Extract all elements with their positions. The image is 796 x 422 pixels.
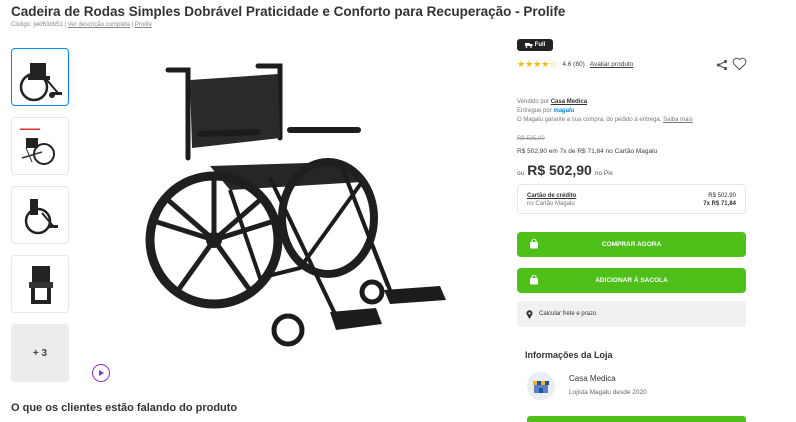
- card-subtitle: no Cartão Magalu: [527, 201, 575, 207]
- favorite-heart-icon[interactable]: [732, 57, 747, 71]
- store-info-heading: Informações da Loja: [525, 350, 613, 360]
- pix-price: R$ 502,90: [527, 162, 592, 178]
- truck-icon: [524, 43, 533, 48]
- product-code: Código: jekf63db51: [11, 22, 63, 28]
- store-name[interactable]: Casa Medica: [569, 374, 616, 383]
- wheelchair-thumb-image: ▬▬▬▬: [20, 126, 55, 165]
- full-badge-label: Full: [534, 42, 546, 48]
- play-icon: [99, 370, 104, 376]
- buy-now-label: COMPRAR AGORA: [601, 241, 662, 248]
- brand-link[interactable]: Prolife: [135, 22, 152, 28]
- thumbnail-2[interactable]: ▬▬▬▬: [11, 117, 69, 175]
- description-link[interactable]: Ver descrição completa: [68, 22, 130, 28]
- svg-text:▬▬▬▬: ▬▬▬▬: [20, 126, 40, 132]
- rating-row: ★★★★☆ 4.6 (80) Avaliar produto: [517, 59, 633, 70]
- share-icon[interactable]: [716, 59, 728, 71]
- freight-label: Calcular frete e prazo: [539, 311, 597, 317]
- credit-card-option[interactable]: Cartão de crédito no Cartão Magalu R$ 50…: [517, 184, 746, 214]
- review-product-link[interactable]: Avaliar produto: [590, 61, 634, 68]
- location-pin-icon: [526, 309, 533, 319]
- thumbnail-3[interactable]: [11, 186, 69, 244]
- old-price: R$ 535,00: [517, 136, 545, 142]
- product-subline: Código: jekf63db51 | Ver descrição compl…: [11, 22, 152, 28]
- magalu-logo: magalu: [553, 108, 575, 114]
- freight-calculator[interactable]: Calcular frete e prazo: [517, 301, 746, 327]
- guarantee-text: O Magalu garante a sua compra, do pedido…: [517, 117, 664, 123]
- product-title: Cadeira de Rodas Simples Dobrável Pratic…: [11, 4, 566, 19]
- buy-now-button[interactable]: COMPRAR AGORA: [517, 232, 746, 257]
- thumbnail-4[interactable]: [11, 255, 69, 313]
- learn-more-link[interactable]: Saiba mais: [663, 117, 693, 123]
- price-suffix: no Pix: [594, 170, 613, 177]
- store-action-button[interactable]: [527, 416, 746, 422]
- wheelchair-thumb-image: [19, 63, 62, 102]
- full-badge: Full: [517, 39, 553, 51]
- more-images-button[interactable]: + 3: [11, 324, 69, 382]
- sold-by-label: Vendido por: [517, 99, 551, 105]
- wheelchair-thumb-image: [29, 266, 53, 304]
- star-rating-icon: ★★★★☆: [517, 59, 558, 69]
- main-product-image[interactable]: [140, 58, 460, 358]
- storefront-icon: [533, 381, 549, 393]
- bag-plus-icon: [530, 275, 538, 285]
- reviews-heading: O que os clientes estão falando do produ…: [11, 402, 238, 414]
- card-title: Cartão de crédito: [527, 193, 577, 199]
- pix-price-row: ou R$ 502,90 no Pix: [517, 162, 613, 178]
- delivered-by-label: Entregue por: [517, 108, 554, 114]
- store-logo[interactable]: [527, 372, 555, 400]
- price-prefix: ou: [517, 170, 525, 177]
- add-to-bag-label: ADICIONAR À SACOLA: [595, 277, 668, 284]
- installments-text: R$ 502,90 em 7x de R$ 71,84 no Cartão Ma…: [517, 148, 658, 155]
- seller-name-link[interactable]: Casa Medica: [551, 99, 587, 105]
- thumbnail-1[interactable]: [11, 48, 69, 106]
- add-to-bag-button[interactable]: ADICIONAR À SACOLA: [517, 268, 746, 293]
- shopping-bag-icon: [530, 239, 538, 249]
- seller-info: Vendido por Casa Medica Entregue por mag…: [517, 98, 693, 125]
- video-play-button[interactable]: [92, 364, 110, 382]
- rating-value: 4.6 (80): [562, 61, 585, 68]
- card-total: R$ 502,90: [708, 193, 736, 199]
- store-since: Lojista Magalu desde 2020: [569, 389, 647, 396]
- card-installments: 7x R$ 71,84: [703, 201, 736, 207]
- wheelchair-thumb-image: [24, 199, 58, 235]
